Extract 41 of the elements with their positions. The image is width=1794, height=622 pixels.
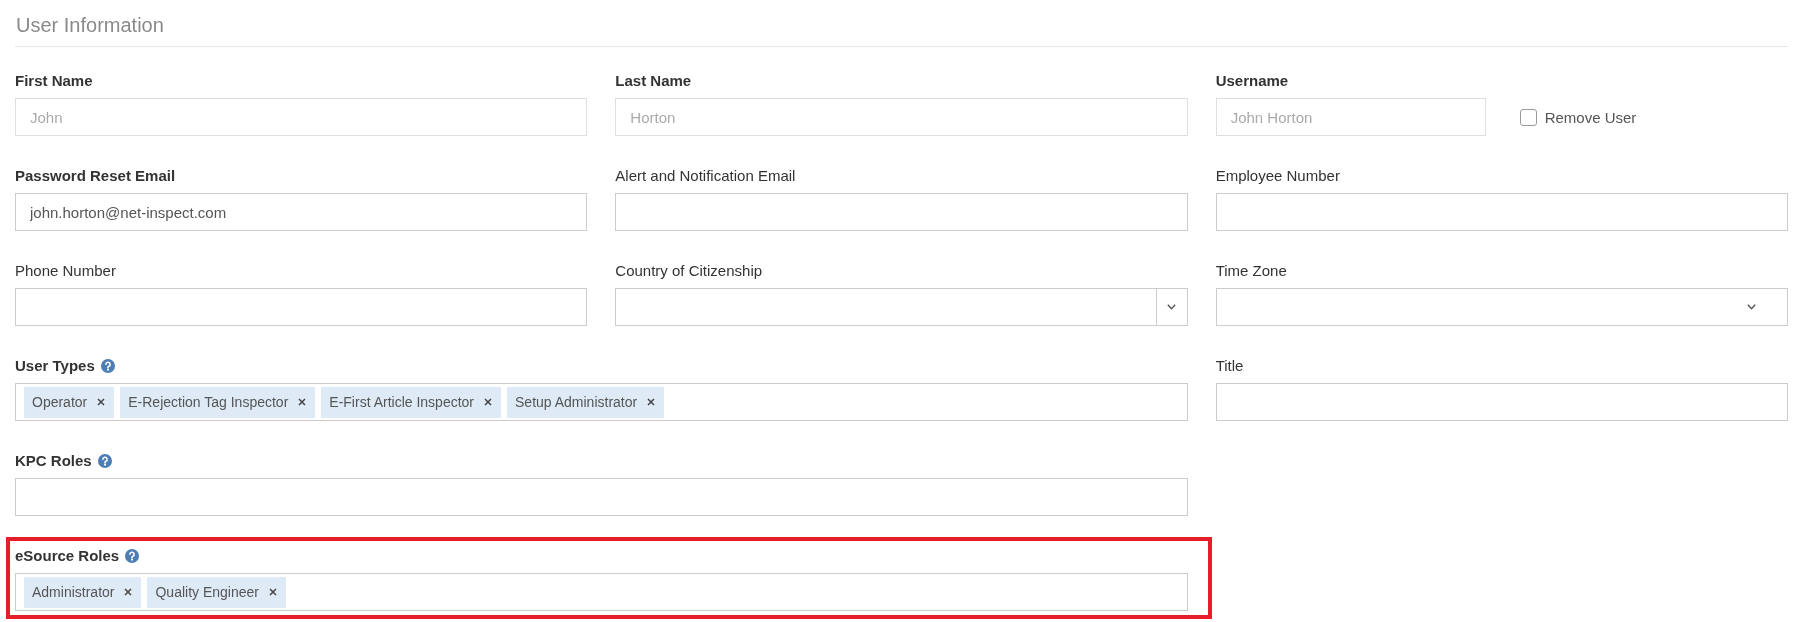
selected-tag[interactable]: Setup Administrator	[507, 386, 665, 418]
field-label: Username	[1215, 71, 1289, 90]
input-field[interactable]	[1215, 193, 1788, 231]
selected-tag[interactable]: E-Rejection Tag Inspector	[120, 386, 316, 418]
chevron-down-icon	[1167, 304, 1177, 310]
remove-icon[interactable]	[647, 398, 656, 406]
field-label: Phone Number	[15, 261, 116, 280]
field-label: Title	[1215, 356, 1244, 375]
field-label: Last Name	[615, 71, 692, 90]
field-label: eSource Roles	[15, 546, 120, 565]
field-label: First Name	[15, 71, 93, 90]
input-field[interactable]: john.horton@net-inspect.com	[15, 193, 588, 231]
remove-icon[interactable]	[298, 398, 307, 406]
chevron-down-icon	[1747, 304, 1756, 310]
dropdown-field[interactable]	[615, 288, 1188, 326]
help-icon[interactable]	[100, 358, 115, 373]
input-field[interactable]	[615, 193, 1188, 231]
field-label: KPC Roles	[15, 451, 92, 470]
remove-icon[interactable]	[484, 398, 492, 406]
field-label: Alert and Notification Email	[615, 166, 796, 185]
help-icon[interactable]	[125, 548, 140, 563]
dropdown-field[interactable]	[1215, 288, 1788, 326]
field-label: Country of Citizenship	[615, 261, 763, 280]
field-label: Password Reset Email	[15, 166, 176, 185]
remove-icon[interactable]	[269, 588, 277, 596]
help-icon[interactable]	[97, 453, 112, 468]
tag-field[interactable]: Administrator Quality Engineer	[15, 573, 1188, 611]
input-field[interactable]	[15, 288, 588, 326]
section-title: User Information	[16, 13, 164, 37]
selected-tag[interactable]: E-First Article Inspector	[321, 386, 501, 418]
field-label: User Types	[15, 356, 95, 375]
field-label: Time Zone	[1215, 261, 1287, 280]
field-label: Employee Number	[1215, 166, 1340, 185]
input-field[interactable]	[1215, 383, 1788, 421]
remove-icon[interactable]	[124, 588, 133, 596]
tag-field[interactable]	[15, 478, 1188, 516]
remove-icon[interactable]	[97, 398, 106, 406]
selected-tag[interactable]: Operator	[24, 386, 115, 418]
selected-tag[interactable]: Administrator	[24, 576, 142, 608]
selected-tag[interactable]: Quality Engineer	[147, 576, 286, 608]
tag-field[interactable]: Operator E-Rejection Tag Inspector E-First Article Inspector Setup Administrator	[15, 383, 1188, 421]
